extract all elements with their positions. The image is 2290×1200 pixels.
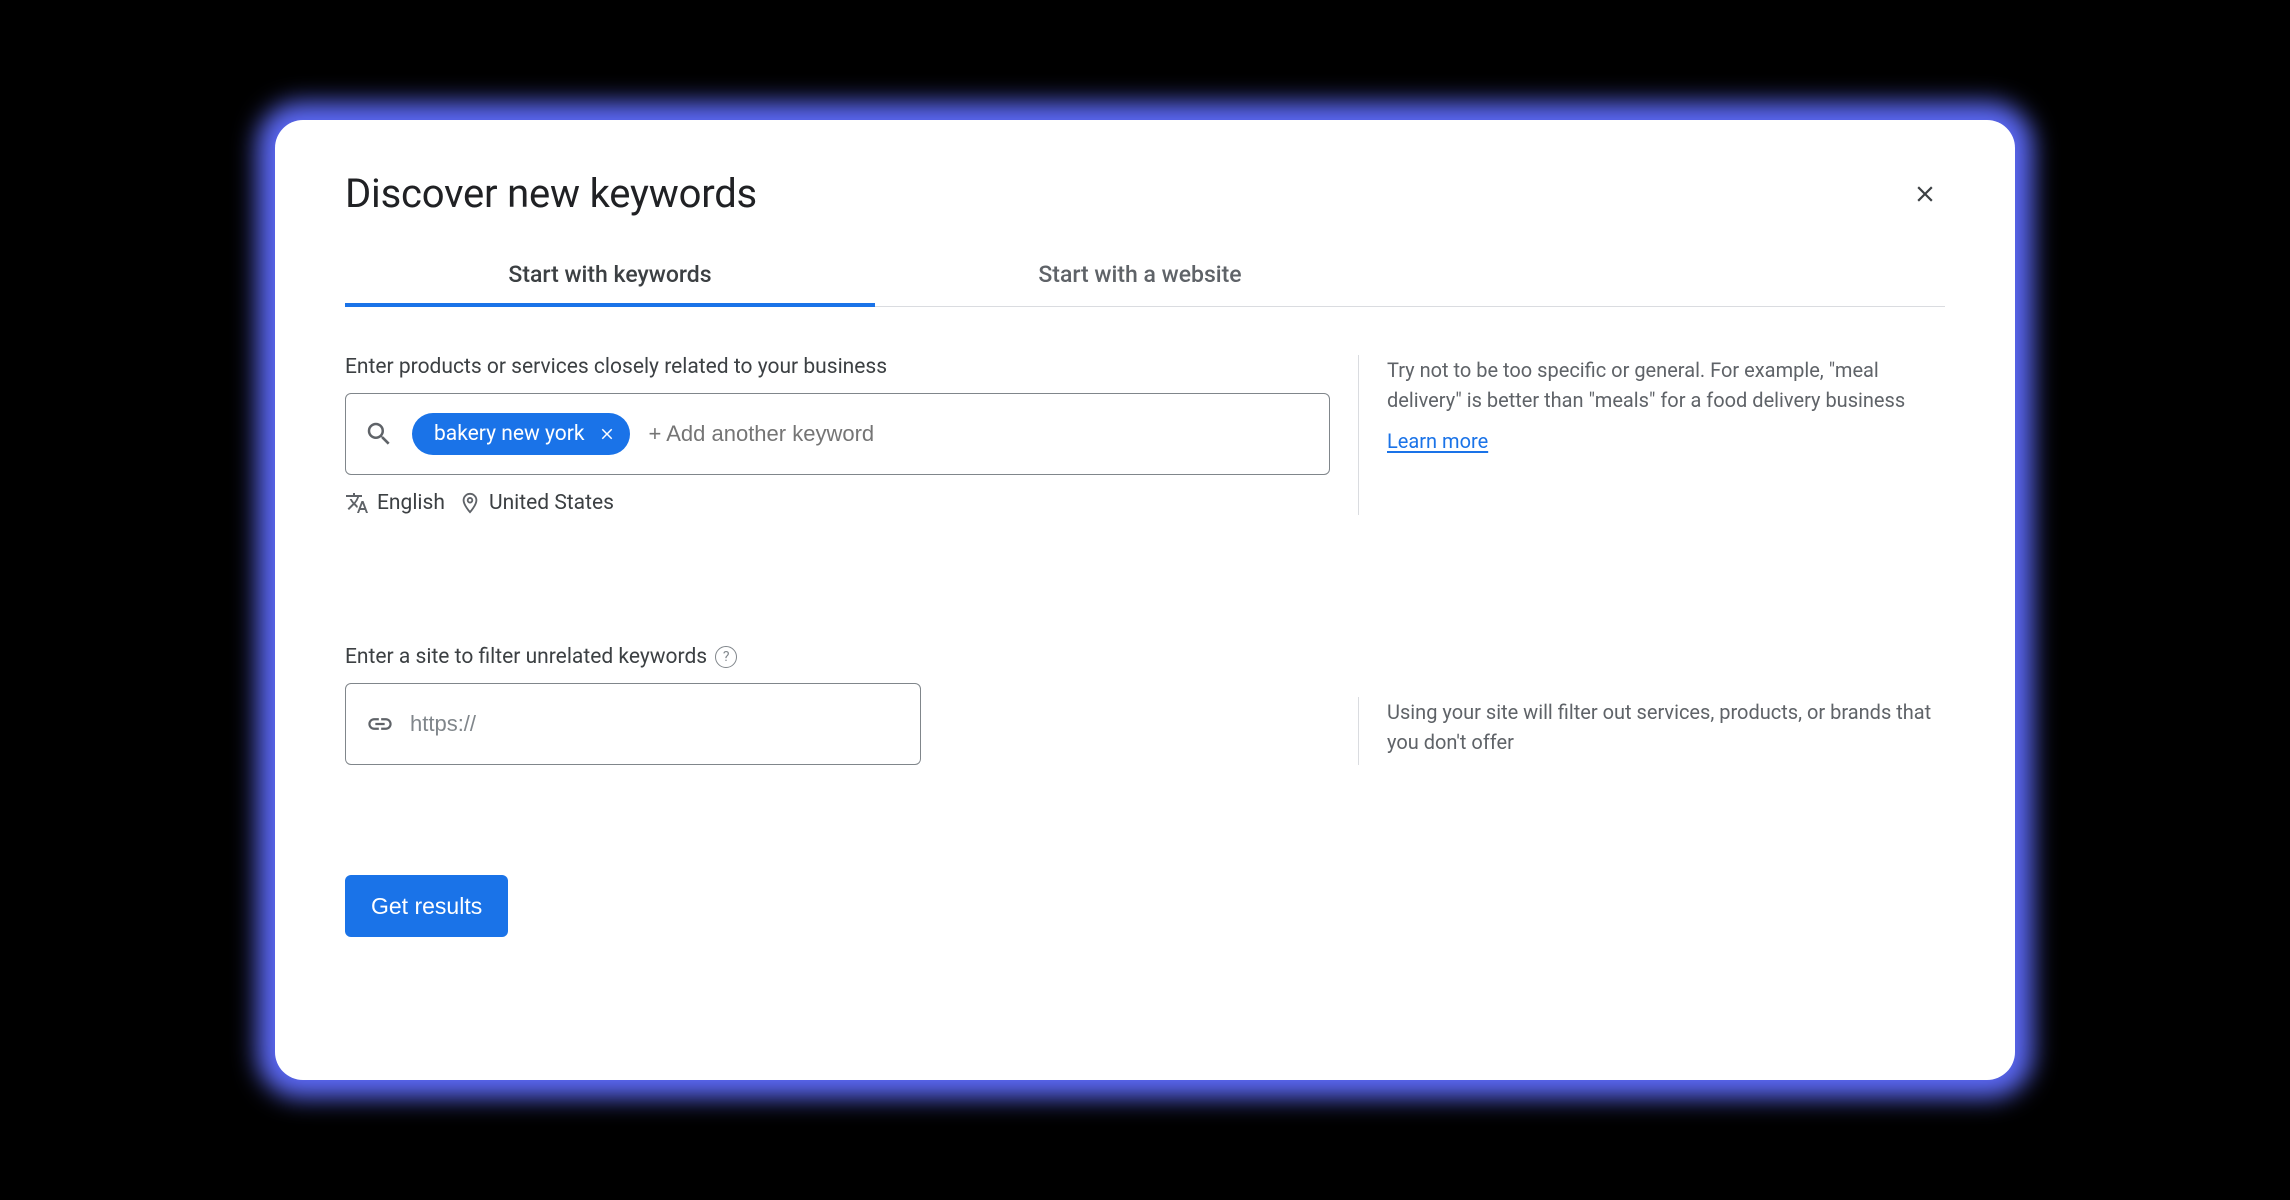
close-icon [1912, 181, 1938, 207]
tab-start-with-website[interactable]: Start with a website [875, 245, 1405, 306]
site-filter-section: Enter a site to filter unrelated keyword… [345, 645, 1945, 765]
keywords-field-label: Enter products or services closely relat… [345, 355, 1330, 379]
site-input-container[interactable] [345, 683, 921, 765]
site-help-text: Using your site will filter out services… [1387, 697, 1945, 757]
close-button[interactable] [1905, 174, 1945, 214]
keyword-chip-label: bakery new york [434, 422, 584, 446]
location-selector[interactable]: United States [459, 491, 614, 515]
translate-icon [345, 491, 369, 515]
help-icon[interactable]: ? [715, 646, 737, 668]
learn-more-link[interactable]: Learn more [1387, 429, 1488, 453]
keyword-chip: bakery new york [412, 413, 630, 455]
location-label: United States [489, 491, 614, 515]
language-label: English [377, 491, 445, 515]
keywords-input-container[interactable]: bakery new york [345, 393, 1330, 475]
site-field-label-text: Enter a site to filter unrelated keyword… [345, 645, 707, 669]
site-left-column: Enter a site to filter unrelated keyword… [345, 645, 1330, 765]
location-icon [459, 492, 481, 514]
keywords-left-column: Enter products or services closely relat… [345, 355, 1330, 515]
keyword-planner-dialog: Discover new keywords Start with keyword… [275, 120, 2015, 1080]
dialog-glow-frame: Discover new keywords Start with keyword… [257, 102, 2033, 1098]
keywords-help-text: Try not to be too specific or general. F… [1387, 355, 1945, 415]
site-url-input[interactable] [410, 711, 900, 737]
get-results-button[interactable]: Get results [345, 875, 508, 937]
dialog-header: Discover new keywords [345, 170, 1945, 217]
add-keyword-input[interactable] [648, 421, 1311, 447]
tabs: Start with keywords Start with a website [345, 245, 1945, 307]
keywords-help-column: Try not to be too specific or general. F… [1358, 355, 1945, 515]
dialog-title: Discover new keywords [345, 170, 757, 217]
site-field-label: Enter a site to filter unrelated keyword… [345, 645, 1330, 669]
language-selector[interactable]: English [345, 491, 445, 515]
section-spacer [345, 515, 1945, 645]
keywords-section: Enter products or services closely relat… [345, 355, 1945, 515]
tab-start-with-keywords[interactable]: Start with keywords [345, 245, 875, 306]
locale-row: English United States [345, 491, 1330, 515]
site-help-column: Using your site will filter out services… [1358, 697, 1945, 765]
search-icon [364, 419, 394, 449]
close-icon [598, 425, 616, 443]
keyword-chip-remove[interactable] [596, 423, 618, 445]
link-icon [366, 710, 394, 738]
